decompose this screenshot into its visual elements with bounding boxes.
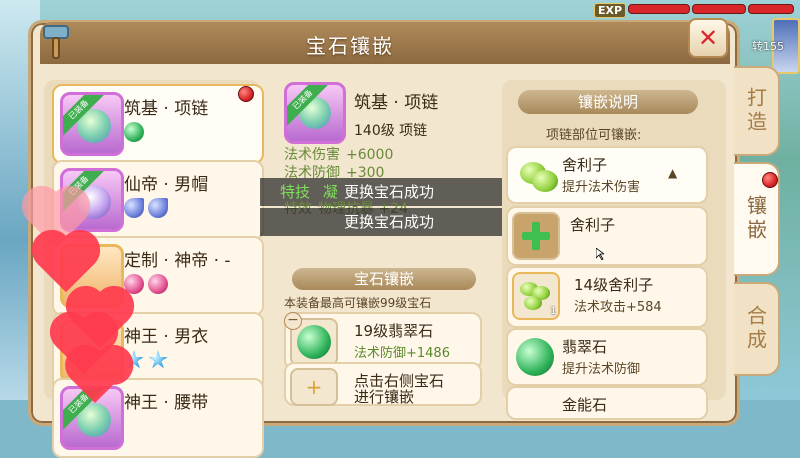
item-name: 定制 · 神帝 · -	[124, 251, 231, 271]
gem-type-desc: 提升法术防御	[562, 362, 641, 377]
remove-gem-button[interactable]: −	[284, 312, 302, 330]
moon-gem-icon	[124, 198, 144, 218]
gem-pick-item[interactable]: 舍利子	[506, 206, 708, 266]
gem-type-item[interactable]: 翡翠石 提升法术防御	[506, 328, 708, 386]
gem-type-desc: 提升法术伤害	[562, 180, 641, 195]
gem-type-name: 舍利子	[562, 156, 608, 174]
hp-bar-2	[692, 4, 746, 14]
item-name: 筑基 · 项链	[124, 99, 209, 119]
gem-type-name: 舍利子	[570, 216, 616, 234]
gem-slot-empty[interactable]: + 点击右侧宝石 进行镶嵌	[284, 362, 482, 406]
gem-type-name: 金能石	[562, 396, 608, 414]
jade-gem-icon	[516, 338, 554, 376]
toast-message: 更换宝石成功	[260, 208, 510, 236]
exp-label: EXP	[594, 3, 627, 18]
tab-inlay-label: 镶嵌	[743, 195, 768, 243]
tab-craft-label: 打造	[743, 87, 768, 135]
necklace-icon: 已装备	[60, 92, 124, 156]
gem-icon	[124, 122, 144, 142]
gem-type-name: 翡翠石	[562, 338, 608, 356]
tab-combine[interactable]: 合成	[734, 282, 780, 376]
gem-type-item[interactable]: 金能石	[506, 386, 708, 420]
pink-gem-icon	[148, 274, 168, 294]
tab-combine-label: 合成	[743, 305, 768, 353]
gem-type-item[interactable]: 舍利子 提升法术伤害 ▲	[506, 146, 708, 204]
gem-inventory-item[interactable]: 1 14级舍利子 法术攻击+584	[506, 266, 708, 328]
mouse-cursor-icon	[596, 248, 604, 260]
slot-hint-2: 进行镶嵌	[354, 388, 415, 406]
selected-item-name: 筑基 · 项链	[354, 93, 439, 113]
attr-row: 法术伤害 +6000	[284, 144, 393, 164]
window-title: 宝石镶嵌	[306, 34, 394, 58]
inlay-info-header: 镶嵌说明	[518, 90, 698, 114]
list-item[interactable]: 已装备 筑基 · 项链	[52, 84, 264, 164]
add-icon: +	[290, 368, 338, 406]
gem-type-desc: 法术攻击+584	[574, 300, 662, 315]
item-name: 神王 · 腰带	[124, 393, 209, 413]
socket-section-note: 本装备最高可镶嵌99级宝石	[284, 296, 432, 310]
hp-bar-3	[748, 4, 794, 14]
hp-bar	[628, 4, 690, 14]
moon-gem-icon	[148, 198, 168, 218]
star-gem-icon	[148, 350, 168, 369]
socket-section-header: 宝石镶嵌	[292, 268, 476, 290]
selected-item-level: 140级 项链	[354, 123, 428, 139]
tab-craft[interactable]: 打造	[734, 66, 780, 156]
slot-gem-attr: 法术防御+1486	[354, 346, 450, 361]
sarira-gem-icon: 1	[512, 272, 560, 320]
item-name: 仙帝 · 男帽	[124, 175, 209, 195]
tab-notify-dot	[762, 172, 778, 188]
gem-count: 1	[550, 306, 557, 317]
necklace-icon: 已装备	[284, 82, 346, 144]
sarira-icon	[532, 170, 558, 192]
close-icon: ✕	[697, 24, 719, 52]
attr-value: +6000	[346, 147, 394, 163]
level-tag: 转155	[752, 40, 784, 53]
collapse-arrow-icon[interactable]: ▲	[668, 166, 677, 180]
slot-gem-name: 19级翡翠石	[354, 322, 434, 340]
inlay-info-note: 项链部位可镶嵌:	[546, 128, 642, 143]
item-name: 神王 · 男衣	[124, 327, 209, 347]
gem-type-name: 14级舍利子	[574, 276, 654, 294]
toast-text: 更换宝石成功	[344, 213, 435, 231]
attr-name: 法术伤害	[284, 147, 340, 163]
close-button[interactable]: ✕	[688, 18, 728, 58]
plus-icon	[512, 212, 560, 260]
hammer-icon	[43, 25, 69, 59]
item-notify-dot	[238, 86, 254, 102]
